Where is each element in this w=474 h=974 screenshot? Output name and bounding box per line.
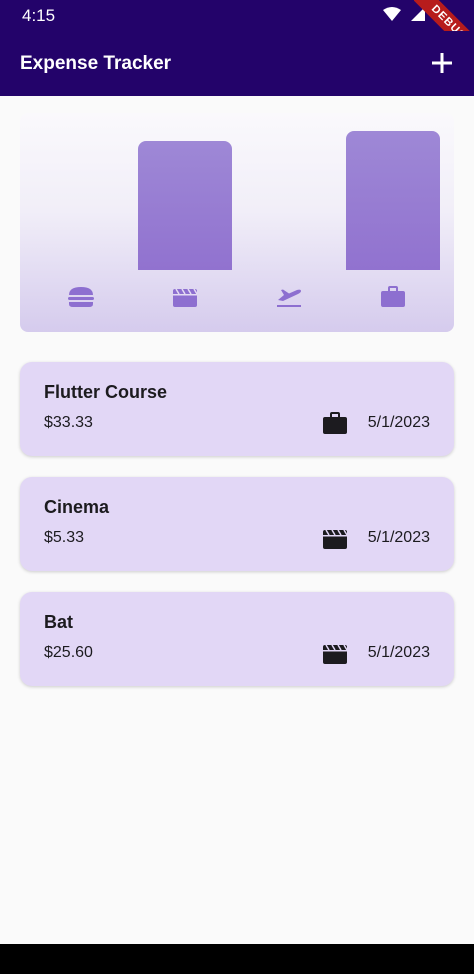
chart-bar-work	[346, 131, 440, 270]
app-title: Expense Tracker	[20, 53, 172, 74]
app-bar: Expense Tracker	[0, 31, 474, 96]
status-bar: 4:15	[0, 0, 474, 31]
chart-bar-food	[34, 131, 128, 270]
leisure-icon	[173, 288, 198, 307]
expense-item[interactable]: Bat $25.60 5/1/2023	[20, 592, 454, 686]
bar-fill	[346, 131, 440, 270]
leisure-icon	[323, 644, 348, 664]
food-icon	[68, 287, 94, 307]
expense-amount: $25.60	[44, 644, 93, 661]
work-icon	[323, 412, 347, 434]
expense-chart	[20, 113, 454, 332]
expense-amount: $5.33	[44, 529, 85, 546]
bar-fill	[138, 140, 232, 270]
expense-amount: $33.33	[44, 414, 93, 431]
chart-bar-leisure	[138, 131, 232, 270]
work-icon	[381, 286, 405, 307]
expense-title: Cinema	[44, 497, 110, 517]
expense-item[interactable]: Flutter Course $33.33 5/1/2023	[20, 362, 454, 456]
status-time: 4:15	[22, 6, 56, 25]
expense-date: 5/1/2023	[367, 529, 430, 546]
chart-bar-travel	[242, 131, 336, 270]
system-navigation-bar	[0, 944, 474, 974]
expense-title: Bat	[44, 612, 74, 632]
add-expense-button[interactable]	[428, 49, 456, 77]
wifi-icon	[383, 7, 401, 21]
expense-date: 5/1/2023	[367, 644, 430, 661]
leisure-icon	[323, 529, 348, 549]
expense-title: Flutter Course	[44, 382, 168, 402]
expense-date: 5/1/2023	[367, 414, 430, 431]
expense-item[interactable]: Cinema $5.33 5/1/2023	[20, 477, 454, 571]
travel-icon	[277, 289, 301, 307]
